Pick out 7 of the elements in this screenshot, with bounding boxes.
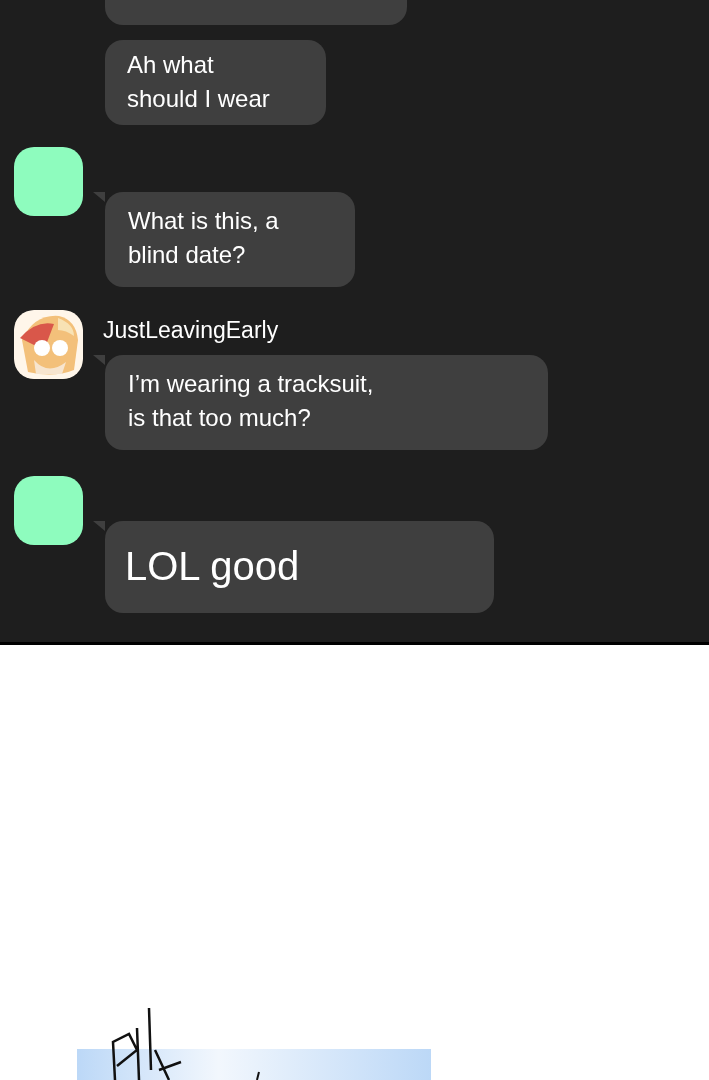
message-bubble: What is this, a blind date? [105,192,355,287]
message-bubble: I’m wearing a tracksuit, is that too much? [105,355,548,450]
message-bubble: LOL good [105,521,494,613]
sender-name: JustLeavingEarly [103,316,279,344]
message-bubble: Ah what should I wear [105,40,326,125]
avatar [14,147,83,216]
avatar [14,476,83,545]
